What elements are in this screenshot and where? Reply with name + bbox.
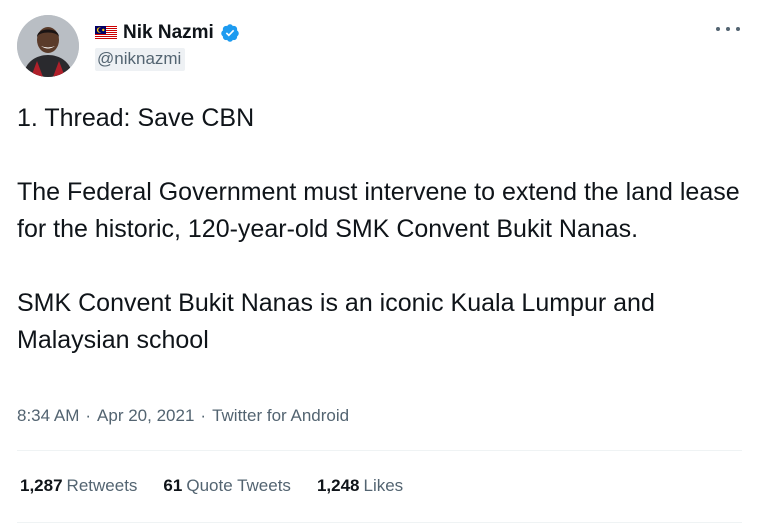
malaysia-flag-icon (95, 26, 117, 40)
avatar[interactable] (17, 15, 79, 77)
quote-tweets-count: 61 (163, 476, 183, 495)
separator: · (85, 406, 92, 425)
likes-label: Likes (363, 476, 404, 495)
dot (736, 27, 740, 31)
quote-tweets-label: Quote Tweets (186, 476, 291, 495)
retweets-count: 1,287 (20, 476, 63, 495)
tweet-metadata: 8:34 AM · Apr 20, 2021 · Twitter for And… (17, 406, 349, 426)
verified-badge-icon (221, 24, 239, 42)
likes-count: 1,248 (316, 476, 360, 495)
tweet-paragraph: SMK Convent Bukit Nanas is an iconic Kua… (17, 289, 655, 354)
divider (17, 450, 742, 451)
retweets-stat[interactable]: 1,287 Retweets (20, 476, 137, 496)
dot (726, 27, 730, 31)
retweets-label: Retweets (66, 476, 138, 495)
tweet-paragraph: The Federal Government must intervene to… (17, 178, 740, 243)
tweet-text: 1. Thread: Save CBN The Federal Governme… (17, 100, 757, 359)
tweet-stats: 1,287 Retweets 61 Quote Tweets 1,248 Lik… (20, 476, 403, 496)
quote-tweets-stat[interactable]: 61 Quote Tweets (163, 476, 291, 496)
likes-stat[interactable]: 1,248 Likes (317, 476, 403, 496)
divider (17, 522, 742, 523)
dot (716, 27, 720, 31)
author-handle[interactable]: @niknazmi (95, 48, 186, 71)
display-name[interactable]: Nik Nazmi (123, 22, 214, 44)
author-name-row[interactable]: Nik Nazmi (95, 21, 240, 45)
tweet-time[interactable]: 8:34 AM (17, 406, 79, 426)
separator: · (200, 406, 207, 425)
tweet-date[interactable]: Apr 20, 2021 (97, 406, 194, 426)
more-options-icon[interactable] (716, 20, 740, 38)
tweet-source[interactable]: Twitter for Android (212, 406, 349, 426)
avatar-image (17, 15, 79, 77)
tweet-card: Nik Nazmi @niknazmi 1. Thread: Save CBN … (0, 0, 768, 532)
tweet-paragraph: 1. Thread: Save CBN (17, 104, 255, 132)
